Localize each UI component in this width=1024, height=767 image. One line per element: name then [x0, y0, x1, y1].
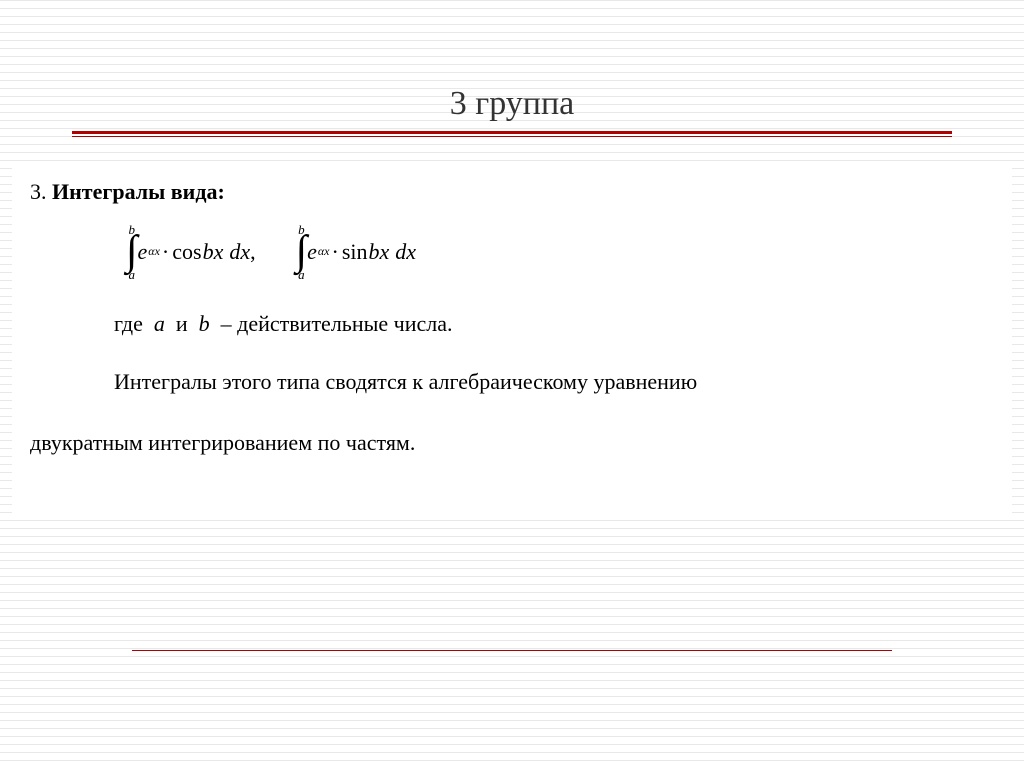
formula-body-2: eαx · sin bx dx: [307, 239, 416, 265]
e-base-2: e: [307, 239, 317, 265]
heading-text: Интегралы вида:: [52, 179, 225, 204]
slide-title: 3 группа: [0, 85, 1024, 123]
body-text-1: Интегралы этого типа сводятся к алгебраи…: [26, 361, 998, 403]
content-box: 3. Интегралы вида: b ∫ a eαx · cosbx dx …: [12, 165, 1012, 520]
where-suffix: – действительные числа.: [221, 311, 453, 336]
heading-number: 3.: [30, 179, 47, 204]
fn-sin: sin: [342, 239, 368, 265]
slide: 3 группа 3. Интегралы вида: b ∫ a eαx · …: [0, 0, 1024, 767]
comma: ,: [250, 239, 256, 265]
where-line: где a и b – действительные числа.: [26, 311, 998, 337]
var-b: b: [199, 311, 210, 336]
formula-body-1: eαx · cosbx dx ,: [138, 239, 296, 265]
e-base-1: e: [138, 239, 148, 265]
footer-divider: [132, 650, 892, 651]
integral-sign-icon: ∫: [126, 234, 138, 270]
bx-1: bx: [203, 239, 224, 265]
title-divider: [72, 131, 952, 137]
integral-symbol-2: b ∫ a: [296, 223, 308, 281]
where-and: и: [176, 311, 188, 336]
integral-lower-2: a: [298, 268, 305, 281]
body-text-2: двукратным интегрированием по частям.: [26, 422, 998, 464]
content-heading: 3. Интегралы вида:: [26, 179, 998, 205]
dx-1: dx: [229, 239, 250, 265]
integral-lower-1: a: [129, 268, 136, 281]
divider-line-thin: [72, 136, 952, 137]
dot-1: ·: [162, 239, 169, 265]
e-exp-2: αx: [318, 244, 330, 259]
integral-sign-icon: ∫: [296, 234, 308, 270]
integral-symbol-1: b ∫ a: [126, 223, 138, 281]
e-exp-1: αx: [148, 244, 160, 259]
fn-cos: cos: [172, 239, 201, 265]
var-a: a: [154, 311, 165, 336]
dot-2: ·: [332, 239, 339, 265]
bx-2: bx: [369, 239, 390, 265]
divider-line-thick: [72, 131, 952, 134]
formula-row: b ∫ a eαx · cosbx dx , b ∫ a eαx · sin b…: [26, 223, 998, 281]
dx-2: dx: [395, 239, 416, 265]
title-block: 3 группа: [0, 0, 1024, 157]
where-prefix: где: [114, 311, 143, 336]
